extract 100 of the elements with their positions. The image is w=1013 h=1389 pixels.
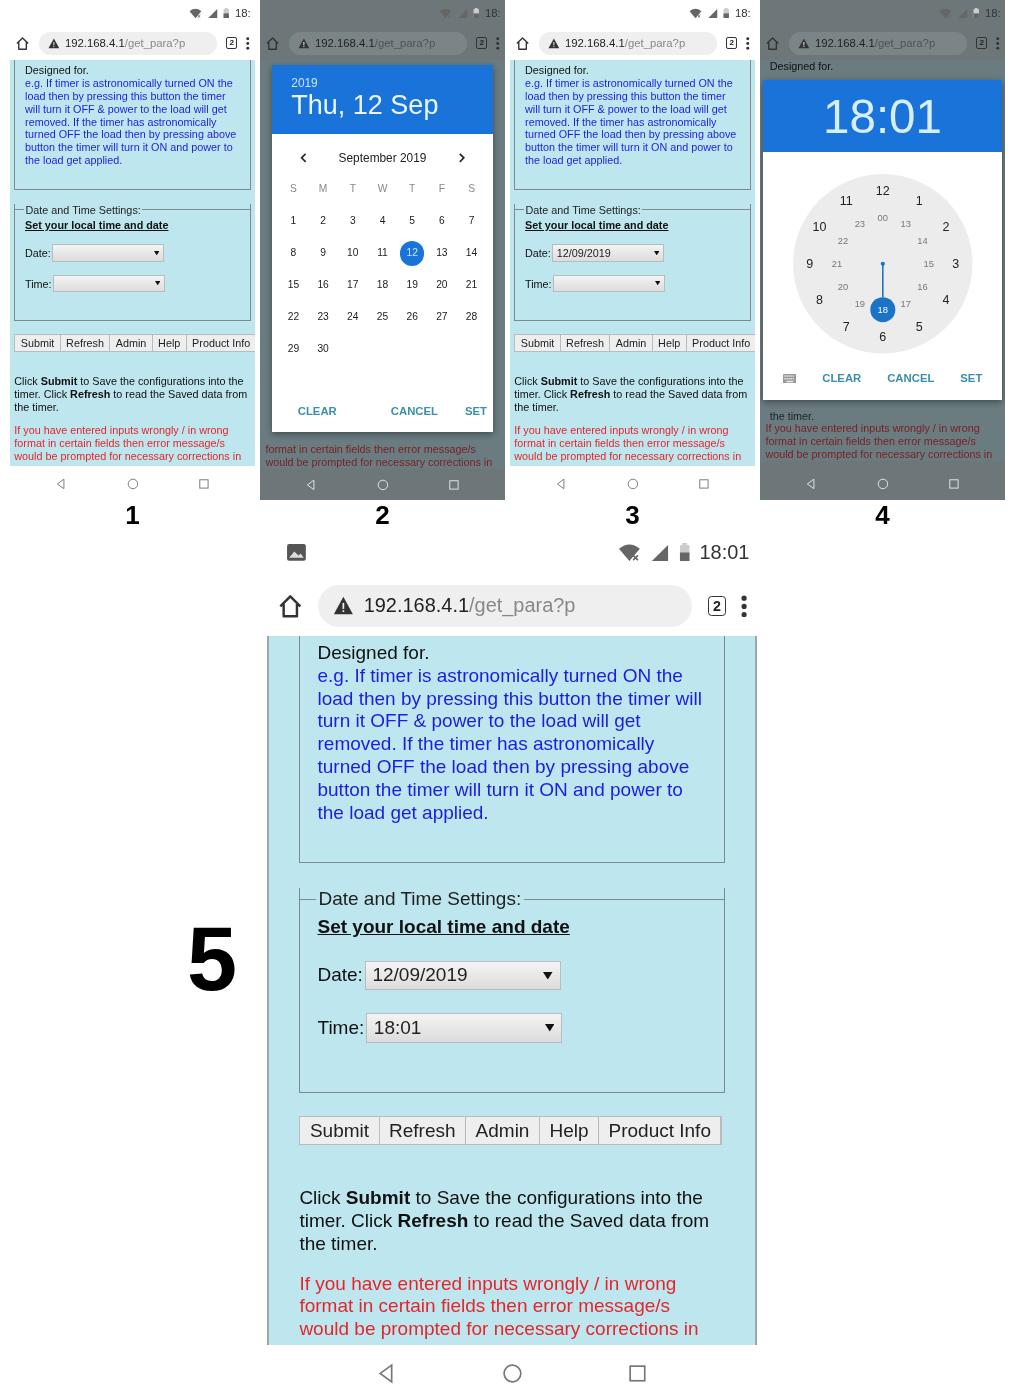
menu-icon[interactable] xyxy=(746,36,750,50)
hour-number[interactable]: 10 xyxy=(812,220,827,234)
hour-number[interactable]: 18 xyxy=(877,304,888,315)
chevron-right-icon[interactable] xyxy=(458,152,466,163)
calendar-day[interactable]: 14 xyxy=(459,240,484,266)
hour-number[interactable]: 23 xyxy=(854,218,865,229)
hour-number[interactable]: 7 xyxy=(842,319,850,334)
hour-number[interactable]: 8 xyxy=(815,293,823,308)
calendar-day[interactable]: 22 xyxy=(281,305,306,330)
dropdown-field[interactable] xyxy=(552,274,665,293)
hour-number[interactable]: 20 xyxy=(837,281,848,292)
hour-number[interactable]: 22 xyxy=(837,235,848,246)
hour-number[interactable]: 1 xyxy=(915,193,923,208)
tab-count-button[interactable]: 2 xyxy=(476,36,488,50)
calendar-day[interactable]: 3 xyxy=(340,208,366,234)
home-circle-icon[interactable] xyxy=(501,1362,523,1384)
address-bar[interactable]: 192.168.4.1/get_para?p xyxy=(539,31,718,55)
hour-number[interactable]: 14 xyxy=(917,235,928,246)
dropdown-field[interactable] xyxy=(52,274,165,293)
instruction-text: Click Submit to Save the configurations into the timer. Click Refresh to read the Saved data from the timer. xyxy=(514,375,749,415)
home-icon[interactable] xyxy=(15,35,31,51)
calendar-day[interactable]: 29 xyxy=(281,337,306,363)
hour-number[interactable]: 9 xyxy=(806,256,813,271)
hour-number[interactable]: 13 xyxy=(900,218,911,229)
calendar-day[interactable]: 18 xyxy=(370,273,395,298)
dropdown-field[interactable]: 18:01 xyxy=(366,1012,562,1043)
step-number: 2 xyxy=(375,502,390,528)
dialog-action-button[interactable]: CLEAR xyxy=(822,372,862,385)
calendar-day[interactable]: 16 xyxy=(310,273,336,298)
hour-number[interactable]: 12 xyxy=(875,183,890,198)
calendar-day[interactable]: 20 xyxy=(429,273,455,298)
dialog-action-button[interactable]: CLEAR xyxy=(297,405,337,418)
calendar-day[interactable]: 1 xyxy=(281,208,306,234)
calendar-day[interactable]: 4 xyxy=(370,208,395,234)
hour-number[interactable]: 21 xyxy=(831,258,842,269)
calendar-day[interactable]: 15 xyxy=(281,273,306,298)
calendar-day[interactable]: 11 xyxy=(370,240,395,266)
calendar-day[interactable]: 7 xyxy=(459,208,484,234)
recents-icon[interactable] xyxy=(697,477,710,490)
calendar-day[interactable]: 6 xyxy=(429,208,455,234)
calendar-day[interactable]: 5 xyxy=(399,208,425,234)
recents-icon[interactable] xyxy=(947,477,960,490)
back-icon[interactable] xyxy=(555,477,568,490)
tab-count-button[interactable]: 2 xyxy=(976,36,988,50)
calendar-day[interactable]: 26 xyxy=(399,305,425,330)
dropdown-field[interactable] xyxy=(51,244,165,262)
calendar-day[interactable]: 24 xyxy=(340,305,366,330)
hour-number[interactable]: 00 xyxy=(877,212,888,223)
back-icon[interactable] xyxy=(55,477,68,490)
clock-face[interactable] xyxy=(792,173,973,354)
address-bar[interactable]: 192.168.4.1/get_para?p xyxy=(318,585,693,627)
recents-icon[interactable] xyxy=(447,479,460,492)
calendar-day[interactable]: 21 xyxy=(459,273,484,298)
dialog-action-button[interactable]: CANCEL xyxy=(390,405,438,418)
address-bar[interactable]: 192.168.4.1/get_para?p xyxy=(39,31,218,55)
hour-number[interactable]: 5 xyxy=(915,319,923,334)
hour-number[interactable]: 2 xyxy=(942,220,950,234)
menu-icon[interactable] xyxy=(741,594,748,618)
calendar-day[interactable]: 13 xyxy=(429,240,455,266)
recents-icon[interactable] xyxy=(626,1362,648,1384)
hour-number[interactable]: 19 xyxy=(854,298,865,309)
calendar-day[interactable]: 30 xyxy=(310,337,336,363)
calendar-day[interactable]: 28 xyxy=(459,305,484,330)
back-icon[interactable] xyxy=(305,479,318,492)
keyboard-icon[interactable] xyxy=(782,373,797,384)
dropdown-field[interactable]: 12/09/2019 xyxy=(551,244,665,262)
calendar-day[interactable]: 8 xyxy=(281,240,306,266)
hour-number[interactable]: 11 xyxy=(839,193,853,208)
dialog-action-button[interactable]: SET xyxy=(465,405,488,418)
recents-icon[interactable] xyxy=(197,477,210,490)
hour-number[interactable]: 6 xyxy=(879,329,886,344)
tab-count-button[interactable]: 2 xyxy=(226,36,238,50)
tab-count-button[interactable]: 2 xyxy=(707,595,727,617)
calendar-day[interactable]: 19 xyxy=(399,273,425,298)
clock-hand[interactable] xyxy=(870,261,895,322)
calendar-day[interactable]: 12 xyxy=(399,240,425,266)
calendar-day[interactable]: 10 xyxy=(340,240,366,266)
home-icon[interactable] xyxy=(515,35,531,51)
hour-number[interactable]: 17 xyxy=(900,298,911,309)
hour-number[interactable]: 15 xyxy=(923,258,934,269)
year-label[interactable]: 2019 xyxy=(291,75,474,90)
menu-icon[interactable] xyxy=(246,36,250,50)
dialog-action-button[interactable]: CANCEL xyxy=(887,372,935,385)
calendar-day[interactable]: 2 xyxy=(310,208,336,234)
calendar-day[interactable]: 9 xyxy=(310,240,336,266)
dropdown-field[interactable]: 12/09/2019 xyxy=(364,960,561,991)
calendar-day[interactable]: 23 xyxy=(310,305,336,330)
calendar-day[interactable]: 17 xyxy=(340,273,366,298)
dialog-action-button[interactable]: SET xyxy=(960,372,983,385)
chevron-left-icon[interactable] xyxy=(299,152,307,163)
home-circle-icon[interactable] xyxy=(626,477,639,490)
calendar-day[interactable]: 25 xyxy=(370,305,395,330)
hour-number[interactable]: 3 xyxy=(952,256,959,271)
field-label: Date: xyxy=(25,246,51,259)
hour-number[interactable]: 4 xyxy=(942,293,950,308)
home-circle-icon[interactable] xyxy=(126,477,139,490)
back-icon[interactable] xyxy=(805,477,818,490)
calendar-day[interactable]: 27 xyxy=(429,305,455,330)
hour-number[interactable]: 16 xyxy=(917,281,928,292)
tab-count-button[interactable]: 2 xyxy=(726,36,738,50)
